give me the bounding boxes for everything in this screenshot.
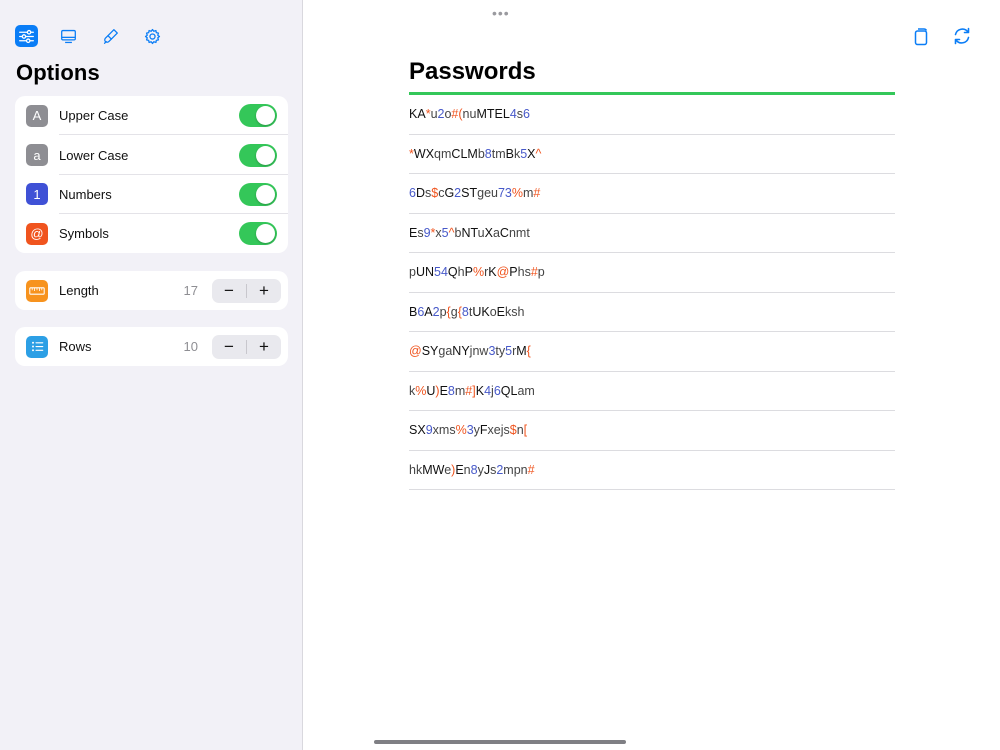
regenerate-button[interactable]: [952, 26, 972, 46]
symbols-toggle[interactable]: [239, 222, 277, 246]
numbers-icon: 1: [26, 183, 48, 206]
lower-case-icon: a: [26, 144, 48, 167]
length-increment-button[interactable]: +: [247, 279, 281, 303]
password-text[interactable]: SX9xms%3yFxejs$n[: [409, 423, 527, 437]
passwords-title: Passwords: [409, 58, 536, 85]
symbols-icon: @: [26, 222, 48, 245]
password-text[interactable]: k%U)E8m#]K4j6QLam: [409, 384, 535, 398]
length-stepper: − +: [212, 278, 281, 303]
password-text[interactable]: B6A2p{g{8tUKoEksh: [409, 305, 524, 319]
length-decrement-button[interactable]: −: [212, 279, 246, 303]
copy-icon: [914, 28, 928, 46]
password-text[interactable]: *WXqmCLMb8tmBk5X^: [409, 147, 541, 161]
appearance-tab-button[interactable]: [99, 25, 122, 47]
numbers-label: Numbers: [59, 186, 112, 202]
brush-icon: [103, 28, 118, 44]
length-row: Length 17 − +: [15, 271, 288, 310]
symbols-row: @ Symbols: [15, 214, 288, 253]
rows-decrement-button[interactable]: −: [212, 335, 246, 359]
multitasking-dots[interactable]: •••: [492, 5, 510, 21]
upper-case-row: A Upper Case: [15, 96, 288, 136]
password-row[interactable]: 6Ds$cG2STgeu73%m#: [409, 174, 895, 214]
sidebar-toolbar: [15, 25, 164, 47]
copy-button[interactable]: [911, 26, 931, 46]
password-row[interactable]: *WXqmCLMb8tmBk5X^: [409, 135, 895, 174]
sliders-icon: [19, 29, 34, 43]
settings-tab-button[interactable]: [141, 25, 164, 47]
gear-icon: [144, 28, 161, 44]
rows-row: Rows 10 − +: [15, 327, 288, 366]
list-icon: [26, 335, 48, 358]
display-icon: [61, 29, 76, 43]
password-row[interactable]: Es9*x5^bNTuXaCnmt: [409, 214, 895, 253]
rows-label: Rows: [59, 339, 92, 355]
lower-case-toggle[interactable]: [239, 143, 277, 167]
lower-case-row: a Lower Case: [15, 135, 288, 175]
length-label: Length: [59, 283, 99, 299]
length-value: 17: [183, 283, 198, 299]
options-title: Options: [16, 60, 100, 85]
password-row[interactable]: B6A2p{g{8tUKoEksh: [409, 293, 895, 332]
upper-case-icon: A: [26, 104, 48, 127]
upper-case-toggle[interactable]: [239, 104, 277, 128]
rows-increment-button[interactable]: +: [247, 335, 281, 359]
password-text[interactable]: hkMWe)En8yJs2mpn#: [409, 463, 535, 477]
lower-case-label: Lower Case: [59, 147, 129, 163]
password-row[interactable]: KA*u2o#(nuMTEL4s6: [409, 95, 895, 135]
password-row[interactable]: k%U)E8m#]K4j6QLam: [409, 372, 895, 411]
rows-stepper: − +: [212, 334, 281, 359]
password-list: KA*u2o#(nuMTEL4s6 *WXqmCLMb8tmBk5X^ 6Ds$…: [409, 95, 895, 490]
rows-card: Rows 10 − +: [15, 327, 288, 366]
password-text[interactable]: pUN54QhP%rK@Phs#p: [409, 265, 545, 279]
character-options-card: A Upper Case a Lower Case 1 Numbers @ Sy…: [15, 96, 288, 253]
display-tab-button[interactable]: [57, 25, 80, 47]
refresh-icon: [954, 27, 970, 45]
numbers-toggle[interactable]: [239, 182, 277, 206]
password-text[interactable]: @SYgaNYjnw3ty5rM{: [409, 344, 531, 358]
length-card: Length 17 − +: [15, 271, 288, 310]
password-row[interactable]: pUN54QhP%rK@Phs#p: [409, 253, 895, 293]
home-indicator[interactable]: [374, 740, 626, 744]
password-row[interactable]: SX9xms%3yFxejs$n[: [409, 411, 895, 451]
password-text[interactable]: KA*u2o#(nuMTEL4s6: [409, 107, 530, 121]
main-panel: ••• Passwords KA*u2o#(nuMTEL4s6 *WXqmCLM…: [304, 0, 1000, 750]
options-tab-button[interactable]: [15, 25, 38, 47]
password-text[interactable]: Es9*x5^bNTuXaCnmt: [409, 226, 530, 240]
password-text[interactable]: 6Ds$cG2STgeu73%m#: [409, 186, 540, 200]
upper-case-label: Upper Case: [59, 108, 129, 124]
symbols-label: Symbols: [59, 226, 109, 242]
ruler-icon: [26, 279, 48, 302]
numbers-row: 1 Numbers: [15, 175, 288, 215]
sidebar: Options A Upper Case a Lower Case 1 Numb…: [0, 0, 303, 750]
password-row[interactable]: @SYgaNYjnw3ty5rM{: [409, 332, 895, 372]
rows-value: 10: [183, 339, 198, 355]
password-row[interactable]: hkMWe)En8yJs2mpn#: [409, 451, 895, 490]
